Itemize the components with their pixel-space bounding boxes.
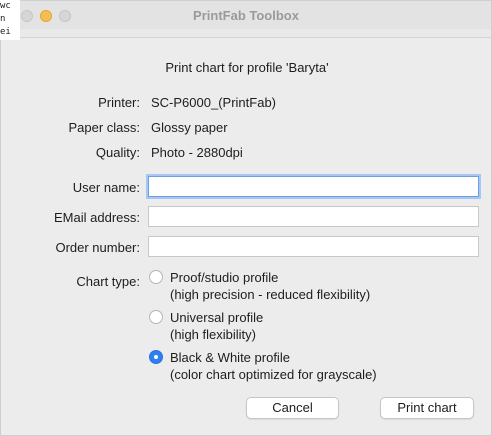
radio-black-white[interactable] [149,350,163,364]
printer-label: Printer: [98,95,140,110]
option-universal[interactable]: Universal profile (high flexibility) [170,309,263,343]
cancel-button[interactable]: Cancel [246,397,339,419]
option-description: (color chart optimized for grayscale) [170,367,377,382]
option-description: (high precision - reduced flexibility) [170,287,371,302]
print-chart-dialog: Print chart for profile 'Baryta' Printer… [1,37,491,435]
order-number-label: Order number: [55,240,140,255]
order-number-input[interactable] [148,236,479,257]
email-label: EMail address: [54,210,140,225]
email-input[interactable] [148,206,479,227]
background-window-text: wc n ei [0,0,20,40]
paper-class-value: Glossy paper [151,120,228,135]
option-title: Black & White profile [170,350,290,365]
chart-type-label: Chart type: [76,274,140,289]
title-bar[interactable]: PrintFab Toolbox [1,1,491,30]
quality-value: Photo - 2880dpi [151,145,243,160]
app-window: PrintFab Toolbox Print chart for profile… [0,0,492,436]
user-name-label: User name: [72,180,140,195]
user-name-input[interactable] [148,176,479,197]
option-title: Proof/studio profile [170,270,279,285]
option-black-white[interactable]: Black & White profile (color chart optim… [170,349,377,383]
option-title: Universal profile [170,310,264,325]
dialog-heading: Print chart for profile 'Baryta' [165,60,329,75]
radio-universal[interactable] [149,310,163,324]
option-description: (high flexibility) [170,327,256,342]
window-title: PrintFab Toolbox [193,8,299,23]
print-chart-button[interactable]: Print chart [380,397,474,419]
quality-label: Quality: [95,145,140,160]
option-proof-studio[interactable]: Proof/studio profile (high precision - r… [170,269,370,303]
radio-proof-studio[interactable] [149,270,163,284]
paper-class-label: Paper class: [68,120,140,135]
printer-value: SC-P6000_(PrintFab) [151,95,276,110]
